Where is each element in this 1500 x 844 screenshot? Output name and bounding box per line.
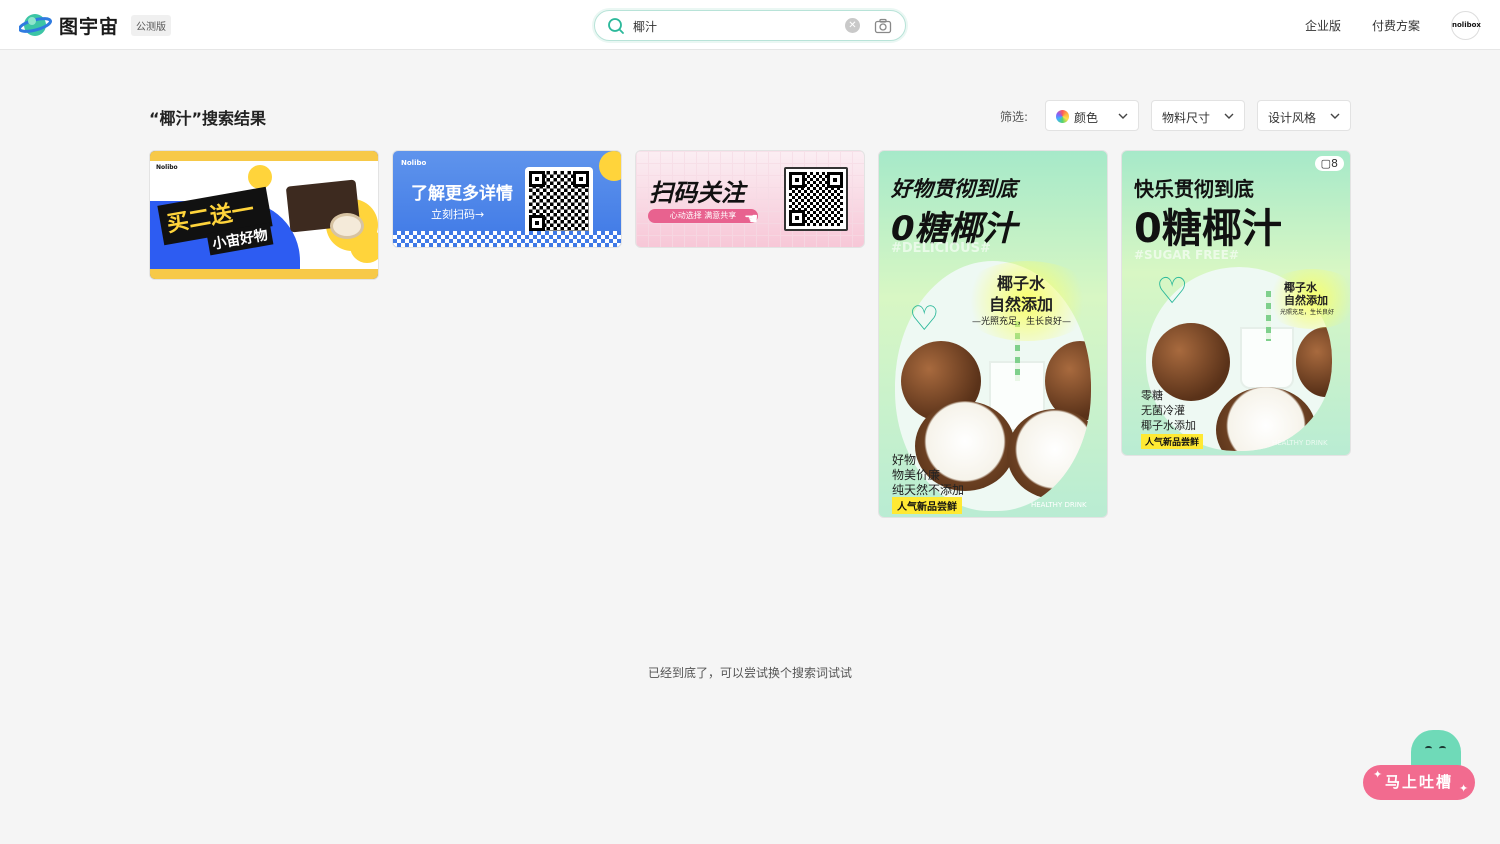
stripe-bottom [150, 269, 378, 279]
filter-color-dropdown[interactable]: 颜色 [1045, 100, 1139, 131]
poster-line2: 0糖椰汁 [1134, 206, 1282, 252]
chevron-down-icon [1118, 113, 1128, 119]
page-count: 8 [1331, 157, 1338, 170]
search-input[interactable] [633, 16, 833, 36]
page-count-badge: ▢8 [1314, 156, 1344, 171]
heart-straw-icon: ♡ [1156, 271, 1189, 312]
camera-icon[interactable] [874, 17, 892, 35]
nav-enterprise-link[interactable]: 企业版 [1305, 17, 1341, 34]
heart-straw-icon: ♡ [909, 299, 940, 339]
brand-logo: Nolibo [401, 159, 427, 167]
filter-style-dropdown[interactable]: 设计风格 [1257, 100, 1351, 131]
nav-pricing-link[interactable]: 付费方案 [1372, 17, 1420, 34]
poster-watermark: #SUGAR FREE# [1134, 248, 1239, 262]
top-header: 图宇宙 公测版 ✕ 企业版 付费方案 nolibox [0, 0, 1500, 50]
coconut-image [1152, 323, 1230, 401]
filter-size-label: 物料尺寸 [1162, 111, 1211, 125]
poster-feature: 纯天然不添加 [892, 483, 965, 497]
stripe-top [150, 151, 378, 161]
checker-pattern [393, 231, 621, 247]
planet-logo-icon [19, 14, 53, 36]
logo-text: 图宇宙 [59, 15, 120, 38]
beta-badge: 公测版 [131, 14, 172, 36]
flower-decor [599, 151, 621, 181]
coconut-half-image [1007, 409, 1091, 499]
card-subheadline: 立刻扫码→ [431, 208, 485, 221]
poster-footer: HEALTHY DRINK [1272, 439, 1328, 447]
poster-badge: 人气新品尝鲜 [1141, 434, 1204, 449]
filter-size-dropdown[interactable]: 物料尺寸 [1151, 100, 1245, 131]
poster-bubble-title: 椰子水 自然添加 [1284, 281, 1328, 307]
pointer-hand-icon: ☚ [744, 209, 759, 228]
poster-feature: 无菌冷灌 [1141, 404, 1185, 417]
search-icon[interactable] [607, 17, 625, 35]
sparkle-icon: ✦ [1459, 782, 1469, 795]
sparkle-icon: ✦ [1373, 768, 1383, 781]
coconut-image [1296, 327, 1332, 397]
color-wheel-icon [1056, 110, 1069, 123]
card-headline: 扫码关注 [649, 179, 745, 207]
result-card-coconut-poster[interactable]: 好物贯彻到底 0糖椰汁 #DELICIOUS# ♡ 椰子水 自然添加 —光照充足… [878, 150, 1108, 518]
qr-code [784, 167, 848, 231]
poster-line1: 好物贯彻到底 [891, 177, 1017, 201]
poster-bubble-sub: —光照充足，生长良好— [972, 317, 1072, 327]
poster-bubble-sub: 光照充足，生长良好 [1280, 309, 1335, 316]
poster-footer: HEALTHY DRINK [1031, 501, 1087, 509]
feedback-button[interactable]: 马上吐槽 ✦ ✦ [1363, 730, 1477, 802]
end-of-results-message: 已经到底了，可以尝试换个搜索词试试 [647, 666, 852, 680]
filter-style-label: 设计风格 [1268, 111, 1317, 125]
qr-code [525, 167, 593, 235]
result-card-scan-follow[interactable]: 扫码关注 心动选择 满意共享 ☚ [635, 150, 865, 248]
brand-logo: Nolibo [156, 164, 178, 171]
chevron-down-icon [1224, 113, 1234, 119]
result-card-learn-more[interactable]: Nolibo 了解更多详情 立刻扫码→ [392, 150, 622, 248]
result-card-buy-two[interactable]: 买二送一 小宙好物 Nolibo [149, 150, 379, 280]
filter-color-label: 颜色 [1074, 111, 1099, 125]
result-card-coconut-poster-2[interactable]: ▢8 快乐贯彻到底 0糖椰汁 #SUGAR FREE# ♡ 椰子水 自然添加 光… [1121, 150, 1351, 456]
chevron-down-icon [1330, 113, 1340, 119]
poster-feature: 零糖 [1141, 389, 1163, 402]
logo[interactable]: 图宇宙 公测版 [19, 11, 172, 39]
flower-decor [248, 165, 272, 189]
card-headline: 了解更多详情 [411, 184, 513, 204]
poster-badge: 人气新品尝鲜 [892, 497, 962, 514]
card-pill: 心动选择 满意共享 [648, 209, 758, 223]
poster-watermark: #DELICIOUS# [891, 241, 991, 256]
cup-image [330, 213, 364, 239]
page-title: “椰汁”搜索结果 [149, 109, 267, 128]
filter-label: 筛选: [1000, 110, 1029, 124]
poster-bubble-title: 椰子水 自然添加 [989, 274, 1054, 314]
clear-search-icon[interactable]: ✕ [845, 18, 860, 33]
poster-feature: 椰子水添加 [1141, 419, 1196, 432]
search-bar: ✕ [594, 10, 906, 41]
avatar[interactable]: nolibox [1451, 11, 1481, 40]
